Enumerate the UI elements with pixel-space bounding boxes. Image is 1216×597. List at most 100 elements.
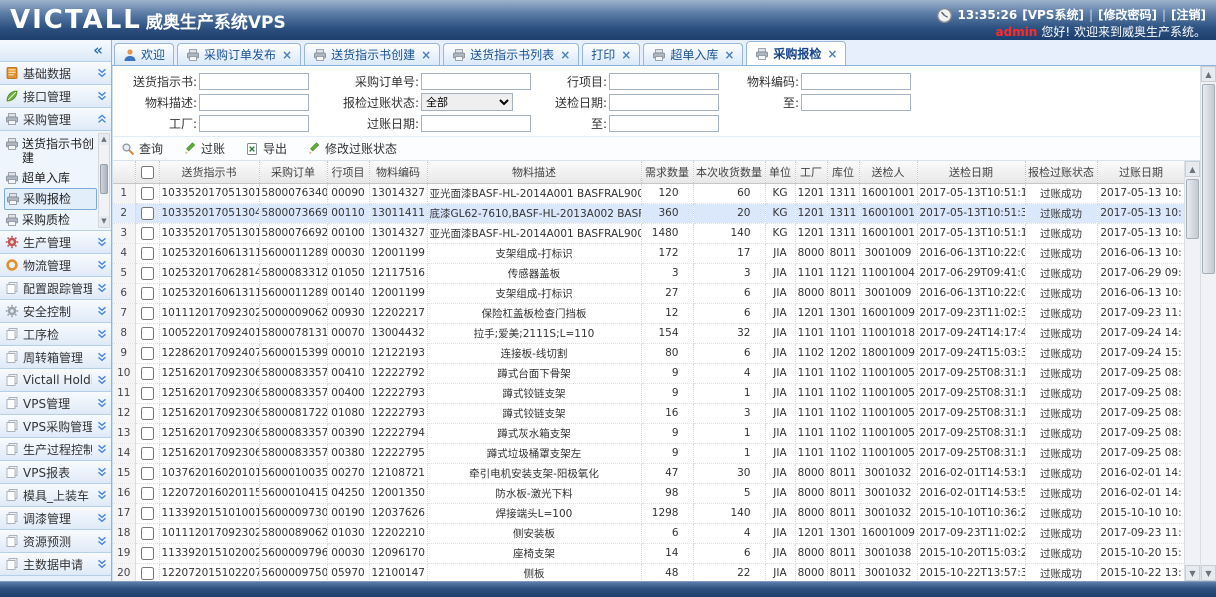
select-all-checkbox[interactable] — [141, 166, 154, 179]
row-checkbox[interactable] — [141, 307, 154, 320]
table-row[interactable]: 310335201705130158000766920010013014327亚… — [113, 223, 1185, 243]
row-checkbox[interactable] — [141, 187, 154, 200]
row-checkbox[interactable] — [141, 487, 154, 500]
table-row[interactable]: 1612207201602011556000104150425012001350… — [113, 483, 1185, 503]
table-row[interactable]: 1510376201602010156000100350027012108721… — [113, 463, 1185, 483]
scroll-down-icon[interactable]: ▼ — [99, 216, 109, 227]
sidebar-group-8[interactable]: 周转箱管理 — [0, 346, 111, 369]
tab-0[interactable]: 欢迎 — [114, 43, 174, 65]
material-desc-input[interactable] — [199, 94, 309, 111]
sidebar-group-1[interactable]: 接口管理 — [0, 85, 111, 108]
main-scrollbar[interactable]: ▲ ▼ — [1200, 66, 1216, 581]
row-checkbox[interactable] — [141, 547, 154, 560]
post-button[interactable]: 过账 — [183, 140, 225, 157]
scroll-up-icon[interactable]: ▲ — [1201, 66, 1216, 82]
table-row[interactable]: 1212516201709230658000817220108012222793… — [113, 403, 1185, 423]
submenu-scrollbar-thumb[interactable] — [100, 164, 108, 194]
table-row[interactable]: 1112516201709230658000833570040012222793… — [113, 383, 1185, 403]
table-row[interactable]: 1412516201709230658000833570038012222795… — [113, 443, 1185, 463]
tab-6[interactable]: 采购报检× — [746, 41, 846, 65]
sidebar-group-2[interactable]: 采购管理 — [0, 108, 111, 131]
link-logout[interactable]: [注销] — [1171, 7, 1206, 23]
row-checkbox[interactable] — [141, 227, 154, 240]
table-row[interactable]: 610253201606131156000112890014012001199支… — [113, 283, 1185, 303]
grid-scrollbar[interactable]: ▲ ▼ — [1184, 161, 1200, 581]
sidebar-group-13[interactable]: VPS报表 — [0, 461, 111, 484]
scroll-up-icon[interactable]: ▲ — [1185, 161, 1200, 177]
modify-posting-status-button[interactable]: 修改过账状态 — [307, 140, 397, 157]
line-item-input[interactable] — [609, 73, 719, 90]
row-checkbox[interactable] — [141, 207, 154, 220]
tab-3[interactable]: 送货指示书列表× — [443, 43, 579, 65]
tab-2[interactable]: 送货指示书创建× — [304, 43, 440, 65]
row-checkbox[interactable] — [141, 467, 154, 480]
close-icon[interactable]: × — [560, 48, 570, 62]
query-button[interactable]: 查询 — [121, 140, 163, 157]
posting-date-input[interactable] — [421, 115, 531, 132]
table-row[interactable]: 912286201709240756000153990001012122193连… — [113, 343, 1185, 363]
scroll-down-icon[interactable]: ▼ — [1201, 565, 1216, 581]
table-row[interactable]: 510253201706281458000833120105012117516传… — [113, 263, 1185, 283]
material-code-input[interactable] — [801, 73, 911, 90]
column-header-9[interactable]: 库位 — [827, 161, 859, 183]
column-header-2[interactable]: 行项目 — [327, 161, 369, 183]
close-icon[interactable]: × — [621, 48, 631, 62]
column-header-6[interactable]: 本次收货数量 — [693, 161, 765, 183]
column-header-12[interactable]: 报检过账状态 — [1025, 161, 1097, 183]
row-checkbox[interactable] — [141, 507, 154, 520]
table-row[interactable]: 410253201606131156000112890003012001199支… — [113, 243, 1185, 263]
row-checkbox[interactable] — [141, 527, 154, 540]
sidebar-group-0[interactable]: 基础数据 — [0, 62, 111, 85]
sidebar-group-10[interactable]: VPS管理 — [0, 392, 111, 415]
close-icon[interactable]: × — [724, 48, 734, 62]
po-number-input[interactable] — [421, 73, 531, 90]
sidebar-item-3[interactable]: 采购质检 — [4, 210, 97, 230]
sidebar-group-17[interactable]: 主数据申请 — [0, 553, 111, 576]
row-checkbox[interactable] — [141, 367, 154, 380]
table-row[interactable]: 110335201705130158000763400009013014327亚… — [113, 183, 1185, 203]
row-checkbox[interactable] — [141, 267, 154, 280]
main-scrollbar-thumb[interactable] — [1202, 84, 1215, 274]
row-checkbox[interactable] — [141, 567, 154, 580]
table-row[interactable]: 1012516201709230658000833570041012222792… — [113, 363, 1185, 383]
table-row[interactable]: 2012207201510220756000097500597012100147… — [113, 563, 1185, 581]
sidebar-group-15[interactable]: 调漆管理 — [0, 507, 111, 530]
collapse-left-icon[interactable]: « — [93, 41, 103, 59]
row-checkbox[interactable] — [141, 287, 154, 300]
sidebar-item-1[interactable]: 超单入库 — [4, 168, 97, 188]
row-checkbox[interactable] — [141, 327, 154, 340]
link-vps-system[interactable]: [VPS系统] — [1022, 7, 1084, 23]
export-button[interactable]: 导出 — [245, 140, 287, 157]
row-checkbox[interactable] — [141, 347, 154, 360]
table-row[interactable]: 1711339201510100156000097300019012037626… — [113, 503, 1185, 523]
tab-4[interactable]: 打印× — [582, 43, 640, 65]
sidebar-collapse[interactable]: « — [0, 40, 111, 62]
sidebar-group-7[interactable]: 工序检 — [0, 323, 111, 346]
scroll-up-icon[interactable]: ▲ — [99, 134, 109, 145]
column-header-8[interactable]: 工厂 — [795, 161, 827, 183]
sidebar-group-16[interactable]: 资源预测 — [0, 530, 111, 553]
column-header-10[interactable]: 送检人 — [859, 161, 917, 183]
grid-scrollbar-thumb[interactable] — [1186, 179, 1199, 239]
table-row[interactable]: 1312516201709230658000833570039012222794… — [113, 423, 1185, 443]
column-header-13[interactable]: 过账日期 — [1097, 161, 1185, 183]
submenu-scrollbar[interactable]: ▲▼ — [98, 133, 110, 228]
sidebar-group-12[interactable]: 生产过程控制 — [0, 438, 111, 461]
posting-status-select[interactable]: 全部 — [421, 93, 513, 111]
column-header-1[interactable]: 采购订单 — [259, 161, 327, 183]
column-header-0[interactable]: 送货指示书 — [159, 161, 259, 183]
delivery-note-input[interactable] — [199, 73, 309, 90]
scroll-down-icon[interactable]: ▼ — [1185, 565, 1200, 581]
sidebar-group-9[interactable]: Victall Holding — [0, 369, 111, 392]
close-icon[interactable]: × — [421, 48, 431, 62]
posting-date-to-input[interactable] — [609, 115, 719, 132]
sidebar-group-11[interactable]: VPS采购管理 — [0, 415, 111, 438]
table-row[interactable]: 810052201709240158000781310007013004432拉… — [113, 323, 1185, 343]
inspect-date-to-input[interactable] — [801, 94, 911, 111]
row-checkbox[interactable] — [141, 447, 154, 460]
sidebar-group-6[interactable]: 安全控制 — [0, 300, 111, 323]
column-header-4[interactable]: 物料描述 — [427, 161, 641, 183]
plant-input[interactable] — [199, 115, 309, 132]
row-checkbox[interactable] — [141, 247, 154, 260]
inspect-date-input[interactable] — [609, 94, 719, 111]
